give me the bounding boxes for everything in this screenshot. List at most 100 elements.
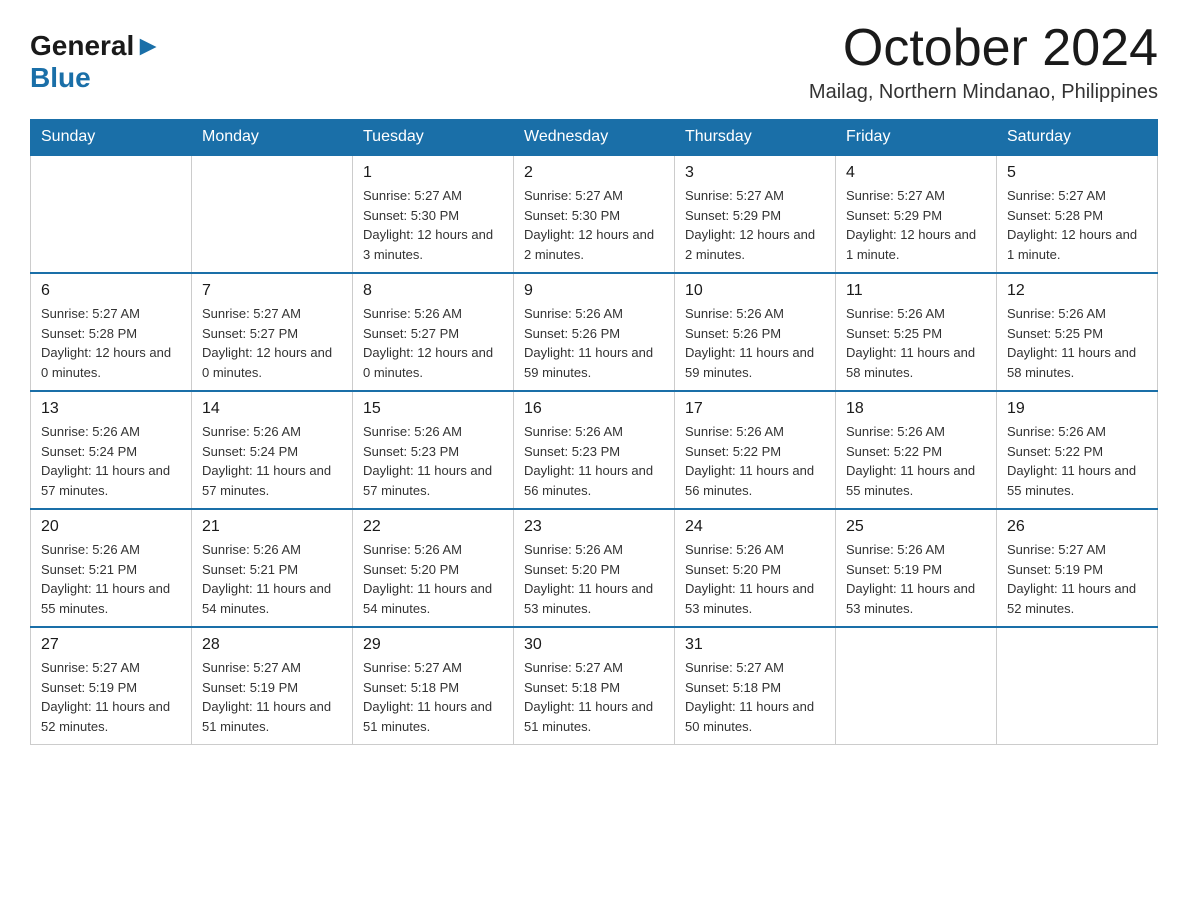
day-number: 23 <box>524 518 664 536</box>
sunrise: Sunrise: 5:27 AM <box>1007 540 1147 560</box>
sunrise: Sunrise: 5:26 AM <box>846 304 986 324</box>
sunset: Sunset: 5:26 PM <box>685 324 825 344</box>
calendar-header-wednesday: Wednesday <box>514 120 675 156</box>
calendar-cell-31: 31 Sunrise: 5:27 AM Sunset: 5:18 PM Dayl… <box>675 627 836 745</box>
day-number: 24 <box>685 518 825 536</box>
calendar-cell-25: 25 Sunrise: 5:26 AM Sunset: 5:19 PM Dayl… <box>836 509 997 627</box>
calendar-cell-21: 21 Sunrise: 5:26 AM Sunset: 5:21 PM Dayl… <box>192 509 353 627</box>
calendar-cell-29: 29 Sunrise: 5:27 AM Sunset: 5:18 PM Dayl… <box>353 627 514 745</box>
sunrise: Sunrise: 5:26 AM <box>846 422 986 442</box>
sunset: Sunset: 5:23 PM <box>363 442 503 462</box>
sunset: Sunset: 5:30 PM <box>363 206 503 226</box>
day-number: 15 <box>363 400 503 418</box>
calendar-header-tuesday: Tuesday <box>353 120 514 156</box>
calendar-cell-2: 2 Sunrise: 5:27 AM Sunset: 5:30 PM Dayli… <box>514 155 675 273</box>
sunrise: Sunrise: 5:26 AM <box>685 540 825 560</box>
calendar-cell-4: 4 Sunrise: 5:27 AM Sunset: 5:29 PM Dayli… <box>836 155 997 273</box>
sunrise: Sunrise: 5:26 AM <box>202 422 342 442</box>
daylight: Daylight: 11 hours and 56 minutes. <box>524 461 664 500</box>
sunset: Sunset: 5:19 PM <box>41 678 181 698</box>
sunrise: Sunrise: 5:27 AM <box>363 186 503 206</box>
sunset: Sunset: 5:24 PM <box>41 442 181 462</box>
sunset: Sunset: 5:22 PM <box>1007 442 1147 462</box>
sunset: Sunset: 5:18 PM <box>524 678 664 698</box>
day-number: 12 <box>1007 282 1147 300</box>
sunset: Sunset: 5:20 PM <box>685 560 825 580</box>
sunrise: Sunrise: 5:26 AM <box>41 540 181 560</box>
calendar-cell-30: 30 Sunrise: 5:27 AM Sunset: 5:18 PM Dayl… <box>514 627 675 745</box>
day-info: Sunrise: 5:26 AM Sunset: 5:23 PM Dayligh… <box>363 422 503 500</box>
calendar-cell-9: 9 Sunrise: 5:26 AM Sunset: 5:26 PM Dayli… <box>514 273 675 391</box>
calendar-cell-16: 16 Sunrise: 5:26 AM Sunset: 5:23 PM Dayl… <box>514 391 675 509</box>
day-info: Sunrise: 5:26 AM Sunset: 5:20 PM Dayligh… <box>685 540 825 618</box>
sunset: Sunset: 5:27 PM <box>202 324 342 344</box>
calendar-cell-empty <box>997 627 1158 745</box>
day-info: Sunrise: 5:26 AM Sunset: 5:21 PM Dayligh… <box>41 540 181 618</box>
sunrise: Sunrise: 5:26 AM <box>1007 422 1147 442</box>
calendar-cell-18: 18 Sunrise: 5:26 AM Sunset: 5:22 PM Dayl… <box>836 391 997 509</box>
day-number: 5 <box>1007 164 1147 182</box>
calendar-header-friday: Friday <box>836 120 997 156</box>
calendar-cell-1: 1 Sunrise: 5:27 AM Sunset: 5:30 PM Dayli… <box>353 155 514 273</box>
calendar-week-5: 27 Sunrise: 5:27 AM Sunset: 5:19 PM Dayl… <box>31 627 1158 745</box>
sunset: Sunset: 5:18 PM <box>363 678 503 698</box>
daylight: Daylight: 12 hours and 2 minutes. <box>685 225 825 264</box>
day-info: Sunrise: 5:27 AM Sunset: 5:27 PM Dayligh… <box>202 304 342 382</box>
day-number: 13 <box>41 400 181 418</box>
sunrise: Sunrise: 5:27 AM <box>202 304 342 324</box>
daylight: Daylight: 12 hours and 3 minutes. <box>363 225 503 264</box>
sunrise: Sunrise: 5:27 AM <box>41 658 181 678</box>
day-info: Sunrise: 5:26 AM Sunset: 5:22 PM Dayligh… <box>1007 422 1147 500</box>
day-info: Sunrise: 5:27 AM Sunset: 5:29 PM Dayligh… <box>685 186 825 264</box>
calendar-cell-empty <box>836 627 997 745</box>
sunrise: Sunrise: 5:27 AM <box>524 186 664 206</box>
calendar-cell-22: 22 Sunrise: 5:26 AM Sunset: 5:20 PM Dayl… <box>353 509 514 627</box>
calendar-header-thursday: Thursday <box>675 120 836 156</box>
sunset: Sunset: 5:25 PM <box>1007 324 1147 344</box>
day-info: Sunrise: 5:27 AM Sunset: 5:19 PM Dayligh… <box>41 658 181 736</box>
calendar-cell-15: 15 Sunrise: 5:26 AM Sunset: 5:23 PM Dayl… <box>353 391 514 509</box>
sunset: Sunset: 5:21 PM <box>202 560 342 580</box>
calendar-week-4: 20 Sunrise: 5:26 AM Sunset: 5:21 PM Dayl… <box>31 509 1158 627</box>
daylight: Daylight: 12 hours and 1 minute. <box>1007 225 1147 264</box>
calendar-cell-17: 17 Sunrise: 5:26 AM Sunset: 5:22 PM Dayl… <box>675 391 836 509</box>
sunrise: Sunrise: 5:26 AM <box>363 422 503 442</box>
calendar-cell-27: 27 Sunrise: 5:27 AM Sunset: 5:19 PM Dayl… <box>31 627 192 745</box>
daylight: Daylight: 11 hours and 55 minutes. <box>1007 461 1147 500</box>
day-info: Sunrise: 5:27 AM Sunset: 5:30 PM Dayligh… <box>363 186 503 264</box>
sunrise: Sunrise: 5:26 AM <box>1007 304 1147 324</box>
calendar-cell-10: 10 Sunrise: 5:26 AM Sunset: 5:26 PM Dayl… <box>675 273 836 391</box>
calendar-cell-empty <box>31 155 192 273</box>
day-number: 22 <box>363 518 503 536</box>
logo: General► Blue <box>30 30 162 94</box>
sunset: Sunset: 5:22 PM <box>685 442 825 462</box>
day-number: 16 <box>524 400 664 418</box>
daylight: Daylight: 11 hours and 58 minutes. <box>846 343 986 382</box>
sunset: Sunset: 5:19 PM <box>846 560 986 580</box>
calendar-cell-8: 8 Sunrise: 5:26 AM Sunset: 5:27 PM Dayli… <box>353 273 514 391</box>
sunset: Sunset: 5:28 PM <box>1007 206 1147 226</box>
day-info: Sunrise: 5:27 AM Sunset: 5:19 PM Dayligh… <box>202 658 342 736</box>
daylight: Daylight: 11 hours and 58 minutes. <box>1007 343 1147 382</box>
sunrise: Sunrise: 5:27 AM <box>1007 186 1147 206</box>
location: Mailag, Northern Mindanao, Philippines <box>809 81 1158 104</box>
daylight: Daylight: 12 hours and 2 minutes. <box>524 225 664 264</box>
sunset: Sunset: 5:28 PM <box>41 324 181 344</box>
sunset: Sunset: 5:25 PM <box>846 324 986 344</box>
calendar-week-2: 6 Sunrise: 5:27 AM Sunset: 5:28 PM Dayli… <box>31 273 1158 391</box>
daylight: Daylight: 11 hours and 54 minutes. <box>363 579 503 618</box>
day-number: 20 <box>41 518 181 536</box>
day-number: 4 <box>846 164 986 182</box>
calendar-cell-19: 19 Sunrise: 5:26 AM Sunset: 5:22 PM Dayl… <box>997 391 1158 509</box>
day-number: 27 <box>41 636 181 654</box>
sunset: Sunset: 5:22 PM <box>846 442 986 462</box>
day-number: 6 <box>41 282 181 300</box>
day-number: 3 <box>685 164 825 182</box>
logo-general-text: General► <box>30 30 162 62</box>
calendar-header-sunday: Sunday <box>31 120 192 156</box>
calendar-header-monday: Monday <box>192 120 353 156</box>
day-info: Sunrise: 5:26 AM Sunset: 5:26 PM Dayligh… <box>524 304 664 382</box>
day-info: Sunrise: 5:26 AM Sunset: 5:20 PM Dayligh… <box>363 540 503 618</box>
daylight: Daylight: 11 hours and 59 minutes. <box>685 343 825 382</box>
sunrise: Sunrise: 5:26 AM <box>363 540 503 560</box>
